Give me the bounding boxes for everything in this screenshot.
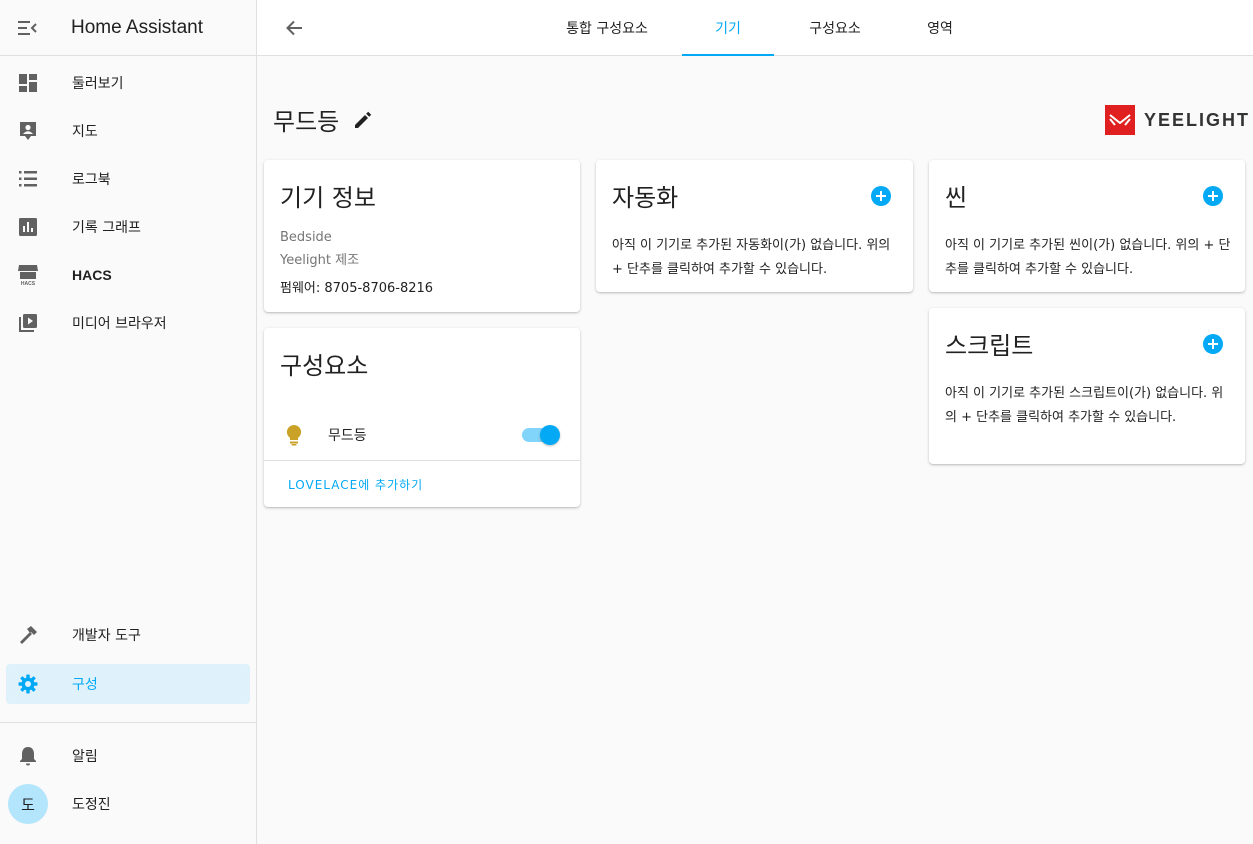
scripts-empty-text: 아직 이 기기로 추가된 스크립트이(가) 없습니다. 위의 + 단추를 클릭하…: [945, 386, 1224, 425]
brand-logo: YEELIGHT: [1105, 105, 1250, 135]
add-scene-button[interactable]: [1203, 186, 1223, 206]
tab-areas[interactable]: 영역: [909, 0, 971, 56]
app-title: Home Assistant: [71, 16, 203, 38]
sidebar-divider: [0, 722, 256, 723]
top-bar: 통합 구성요소 기기 구성요소 영역: [257, 0, 1253, 56]
edit-device-button[interactable]: [353, 110, 373, 130]
card-title: 씬: [945, 184, 968, 212]
play-box-multiple-icon: [6, 313, 50, 333]
svg-text:HACS: HACS: [21, 281, 36, 286]
toggle-knob: [540, 425, 560, 445]
sidebar-item-configuration[interactable]: 구성: [6, 664, 250, 704]
sidebar-item-notifications[interactable]: 알림: [6, 736, 250, 776]
list-icon: [6, 170, 50, 188]
add-automation-button[interactable]: [871, 186, 891, 206]
scenes-card: 씬 아직 이 기기로 추가된 씬이(가) 없습니다. 위의 + 단추를 클릭하여…: [929, 160, 1245, 292]
device-manufacturer: Yeelight 제조: [280, 253, 360, 268]
sidebar-item-history[interactable]: 기록 그래프: [6, 207, 250, 247]
add-to-lovelace-button[interactable]: LOVELACE에 추가하기: [288, 476, 423, 493]
device-firmware: 펌웨어: 8705-8706-8216: [280, 281, 434, 296]
sidebar-item-label: 구성: [72, 677, 98, 693]
entities-card: 구성요소 무드등 LOVELACE에 추가하기: [264, 328, 580, 507]
pencil-icon: [355, 111, 372, 128]
card-divider: [264, 460, 580, 461]
sidebar-item-overview[interactable]: 둘러보기: [6, 63, 250, 103]
menu-toggle-button[interactable]: [0, 0, 56, 56]
tab-devices[interactable]: 기기: [682, 0, 774, 56]
sidebar-item-developer-tools[interactable]: 개발자 도구: [6, 615, 250, 655]
sidebar-item-label: 개발자 도구: [72, 628, 141, 644]
scenes-empty-text: 아직 이 기기로 추가된 씬이(가) 없습니다. 위의 + 단추를 클릭하여 추…: [945, 238, 1231, 277]
gear-icon: [6, 674, 50, 694]
card-title: 스크립트: [945, 332, 1034, 360]
plus-icon: [1208, 191, 1218, 201]
sidebar-item-label: 알림: [72, 749, 98, 765]
map-account-icon: [6, 121, 50, 141]
avatar: 도: [8, 784, 48, 824]
hammer-icon: [6, 625, 50, 645]
sidebar-item-media-browser[interactable]: 미디어 브라우저: [6, 303, 250, 343]
yeelight-logo-icon: [1105, 105, 1135, 135]
lightbulb-icon: [284, 424, 304, 446]
tab-entities[interactable]: 구성요소: [791, 0, 879, 56]
device-model: Bedside: [280, 230, 332, 245]
page-title: 무드등: [273, 102, 373, 137]
tab-label: 구성요소: [809, 21, 861, 37]
card-title: 자동화: [612, 184, 679, 212]
menu-collapse-icon: [18, 20, 37, 35]
chart-bar-icon: [6, 218, 50, 236]
automations-card: 자동화 아직 이 기기로 추가된 자동화이(가) 없습니다. 위의 + 단추를 …: [596, 160, 913, 292]
tab-label: 통합 구성요소: [566, 21, 648, 37]
back-button[interactable]: [279, 14, 309, 42]
entity-name: 무드등: [328, 428, 367, 444]
device-name: 무드등: [273, 108, 340, 136]
add-script-button[interactable]: [1203, 334, 1223, 354]
sidebar-item-label: 로그북: [72, 172, 111, 188]
sidebar-header: Home Assistant: [0, 0, 256, 56]
sidebar-item-hacs[interactable]: HACS HACS: [6, 255, 250, 295]
sidebar-item-map[interactable]: 지도: [6, 111, 250, 151]
card-title: 구성요소: [280, 352, 369, 380]
device-info-card: 기기 정보 Bedside Yeelight 제조 펌웨어: 8705-8706…: [264, 160, 580, 312]
sidebar: Home Assistant 둘러보기 지도 로그북 기록 그래프 HACS H…: [0, 0, 257, 844]
automations-empty-text: 아직 이 기기로 추가된 자동화이(가) 없습니다. 위의 + 단추를 클릭하여…: [612, 238, 891, 277]
hacs-store-icon: HACS: [6, 264, 50, 286]
tab-integrations[interactable]: 통합 구성요소: [548, 0, 666, 56]
sidebar-item-label: 둘러보기: [72, 76, 124, 92]
sidebar-item-label: 미디어 브라우저: [72, 316, 167, 332]
entity-toggle[interactable]: [522, 425, 560, 445]
sidebar-item-label: HACS: [72, 267, 112, 283]
bell-icon: [6, 746, 50, 766]
user-name: 도정진: [72, 797, 111, 813]
sidebar-item-profile[interactable]: 도 도정진: [6, 784, 250, 824]
sidebar-item-logbook[interactable]: 로그북: [6, 159, 250, 199]
scripts-card: 스크립트 아직 이 기기로 추가된 스크립트이(가) 없습니다. 위의 + 단추…: [929, 308, 1245, 464]
brand-name: YEELIGHT: [1144, 109, 1251, 130]
tab-label: 기기: [715, 21, 741, 37]
plus-icon: [1208, 339, 1218, 349]
sidebar-item-label: 기록 그래프: [72, 220, 141, 236]
arrow-left-icon: [286, 20, 302, 36]
card-title: 기기 정보: [280, 184, 376, 212]
avatar-wrapper: 도: [6, 784, 50, 824]
plus-icon: [876, 191, 886, 201]
entity-row[interactable]: 무드등: [264, 410, 580, 460]
dashboard-icon: [6, 73, 50, 93]
sidebar-item-label: 지도: [72, 124, 98, 140]
tab-label: 영역: [927, 21, 953, 37]
